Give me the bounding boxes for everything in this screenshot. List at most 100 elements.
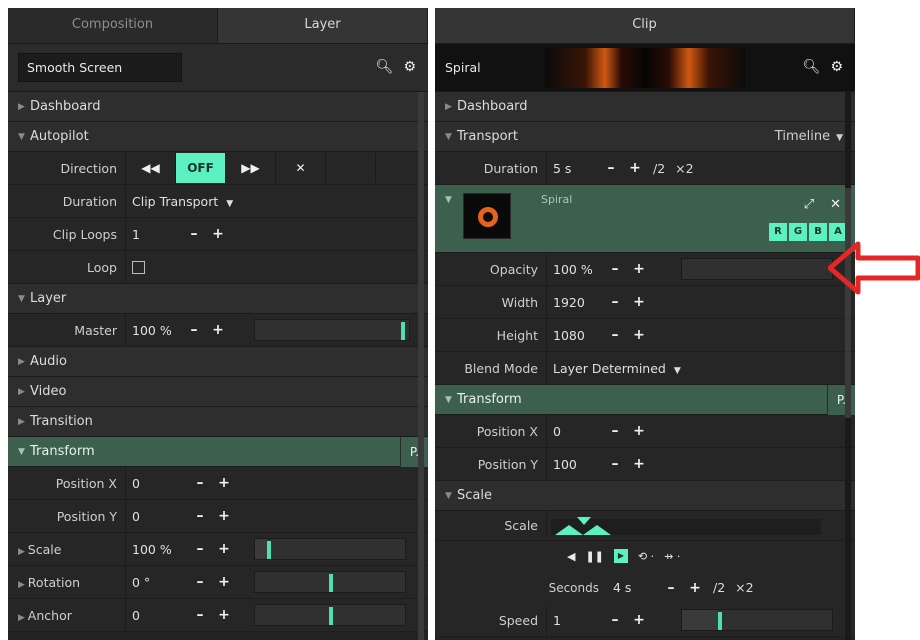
minus-button[interactable]: –: [607, 612, 623, 628]
expand-icon[interactable]: ⤢: [804, 197, 814, 212]
section-audio[interactable]: ▶ Audio: [8, 347, 428, 377]
section-transform[interactable]: ▼ Transform P.: [435, 385, 855, 415]
scale-slider[interactable]: [254, 538, 406, 560]
opacity-slider[interactable]: [681, 258, 833, 280]
width-value[interactable]: 1920: [547, 295, 599, 310]
scale-timeline-track[interactable]: [551, 517, 821, 535]
section-dashboard[interactable]: ▶ Dashboard: [435, 92, 855, 122]
gear-icon[interactable]: ⚙: [403, 59, 416, 75]
position-x-value[interactable]: 0: [547, 424, 599, 439]
collapse-arrow-icon[interactable]: ▼: [445, 195, 452, 205]
minus-button[interactable]: –: [603, 160, 619, 176]
speed-slider[interactable]: [681, 609, 833, 631]
half-button[interactable]: /2: [653, 161, 665, 176]
playhead-marker-icon[interactable]: [577, 517, 591, 525]
master-value[interactable]: 100 %: [126, 323, 178, 338]
forward-button[interactable]: ▶▶: [226, 153, 276, 183]
minus-button[interactable]: –: [192, 475, 208, 491]
plus-button[interactable]: +: [631, 423, 647, 439]
loop-mode-icon[interactable]: ⟲ ·: [638, 550, 654, 563]
rotation-slider[interactable]: [254, 571, 406, 593]
blend-mode-dropdown[interactable]: Layer Determined ▼: [547, 361, 681, 376]
minus-button[interactable]: –: [186, 226, 202, 242]
transport-mode-dropdown[interactable]: Timeline ▼: [775, 129, 843, 144]
clip-loops-value[interactable]: 1: [126, 227, 178, 242]
section-transition[interactable]: ▶ Transition: [8, 407, 428, 437]
plus-button[interactable]: +: [687, 580, 703, 596]
speed-value[interactable]: 1: [547, 613, 599, 628]
plus-button[interactable]: +: [631, 456, 647, 472]
minus-button[interactable]: –: [663, 580, 679, 596]
play-button[interactable]: ▶: [613, 549, 628, 563]
green-channel-toggle[interactable]: G: [789, 223, 807, 241]
bounce-mode-icon[interactable]: ⇸ ·: [664, 550, 680, 563]
plus-button[interactable]: +: [210, 226, 226, 242]
minus-button[interactable]: –: [192, 607, 208, 623]
tab-composition[interactable]: Composition: [8, 8, 218, 43]
plus-button[interactable]: +: [627, 160, 643, 176]
plus-button[interactable]: +: [216, 541, 232, 557]
opacity-value[interactable]: 100 %: [547, 262, 599, 277]
right-scrollbar[interactable]: [845, 92, 851, 640]
section-scale[interactable]: ▼ Scale: [435, 481, 855, 511]
gear-icon[interactable]: ⚙: [830, 59, 843, 75]
red-channel-toggle[interactable]: R: [769, 223, 787, 241]
slider-handle[interactable]: [329, 574, 333, 592]
plus-button[interactable]: +: [631, 612, 647, 628]
left-scrollbar[interactable]: [418, 92, 424, 640]
clip-name[interactable]: Spiral: [445, 60, 481, 75]
plus-button[interactable]: +: [216, 607, 232, 623]
minus-button[interactable]: –: [607, 327, 623, 343]
section-dashboard[interactable]: ▶ Dashboard: [8, 92, 428, 122]
plus-button[interactable]: +: [216, 475, 232, 491]
search-icon[interactable]: 🔍︎: [803, 59, 821, 75]
minus-button[interactable]: –: [192, 508, 208, 524]
master-slider[interactable]: [254, 319, 410, 341]
slider-handle[interactable]: [329, 607, 333, 625]
slider-handle[interactable]: [718, 612, 722, 630]
pause-icon[interactable]: ❚❚: [585, 550, 603, 563]
scroll-thumb[interactable]: [418, 92, 424, 640]
anchor-label[interactable]: ▶ Anchor: [8, 599, 126, 631]
minus-button[interactable]: –: [607, 294, 623, 310]
minus-button[interactable]: –: [192, 574, 208, 590]
minus-button[interactable]: –: [192, 541, 208, 557]
scroll-thumb[interactable]: [845, 188, 851, 418]
minus-button[interactable]: –: [607, 261, 623, 277]
position-x-value[interactable]: 0: [126, 476, 184, 491]
plus-button[interactable]: +: [210, 322, 226, 338]
slider-handle[interactable]: [401, 322, 405, 340]
composition-name-field[interactable]: Smooth Screen: [18, 53, 182, 82]
anchor-value[interactable]: 0: [126, 608, 184, 623]
off-button[interactable]: OFF: [176, 153, 226, 183]
section-video[interactable]: ▶ Video: [8, 377, 428, 407]
shuffle-button[interactable]: ✕: [276, 153, 326, 183]
height-value[interactable]: 1080: [547, 328, 599, 343]
scale-value[interactable]: 100 %: [126, 542, 184, 557]
section-autopilot[interactable]: ▼ Autopilot: [8, 122, 428, 152]
plus-button[interactable]: +: [631, 294, 647, 310]
minus-button[interactable]: –: [186, 322, 202, 338]
loop-checkbox[interactable]: [132, 260, 145, 274]
plus-button[interactable]: +: [216, 574, 232, 590]
anchor-slider[interactable]: [254, 604, 406, 626]
rotation-value[interactable]: 0 °: [126, 575, 184, 590]
minus-button[interactable]: –: [607, 456, 623, 472]
position-y-value[interactable]: 100: [547, 457, 599, 472]
tab-clip[interactable]: Clip: [435, 8, 855, 43]
half-button[interactable]: /2: [713, 580, 725, 595]
step-back-icon[interactable]: ◀: [567, 550, 575, 563]
tab-layer[interactable]: Layer: [218, 8, 428, 43]
seconds-value[interactable]: 4 s: [607, 580, 655, 595]
rotation-label[interactable]: ▶ Rotation: [8, 566, 126, 598]
section-transport[interactable]: ▼ Transport Timeline ▼: [435, 122, 855, 152]
double-button[interactable]: ×2: [675, 161, 693, 176]
plus-button[interactable]: +: [631, 327, 647, 343]
minus-button[interactable]: –: [607, 423, 623, 439]
duration-value[interactable]: 5 s: [547, 161, 595, 176]
double-button[interactable]: ×2: [735, 580, 753, 595]
search-icon[interactable]: 🔍︎: [376, 59, 394, 75]
plus-button[interactable]: +: [216, 508, 232, 524]
slider-handle[interactable]: [267, 541, 271, 559]
blue-channel-toggle[interactable]: B: [809, 223, 827, 241]
